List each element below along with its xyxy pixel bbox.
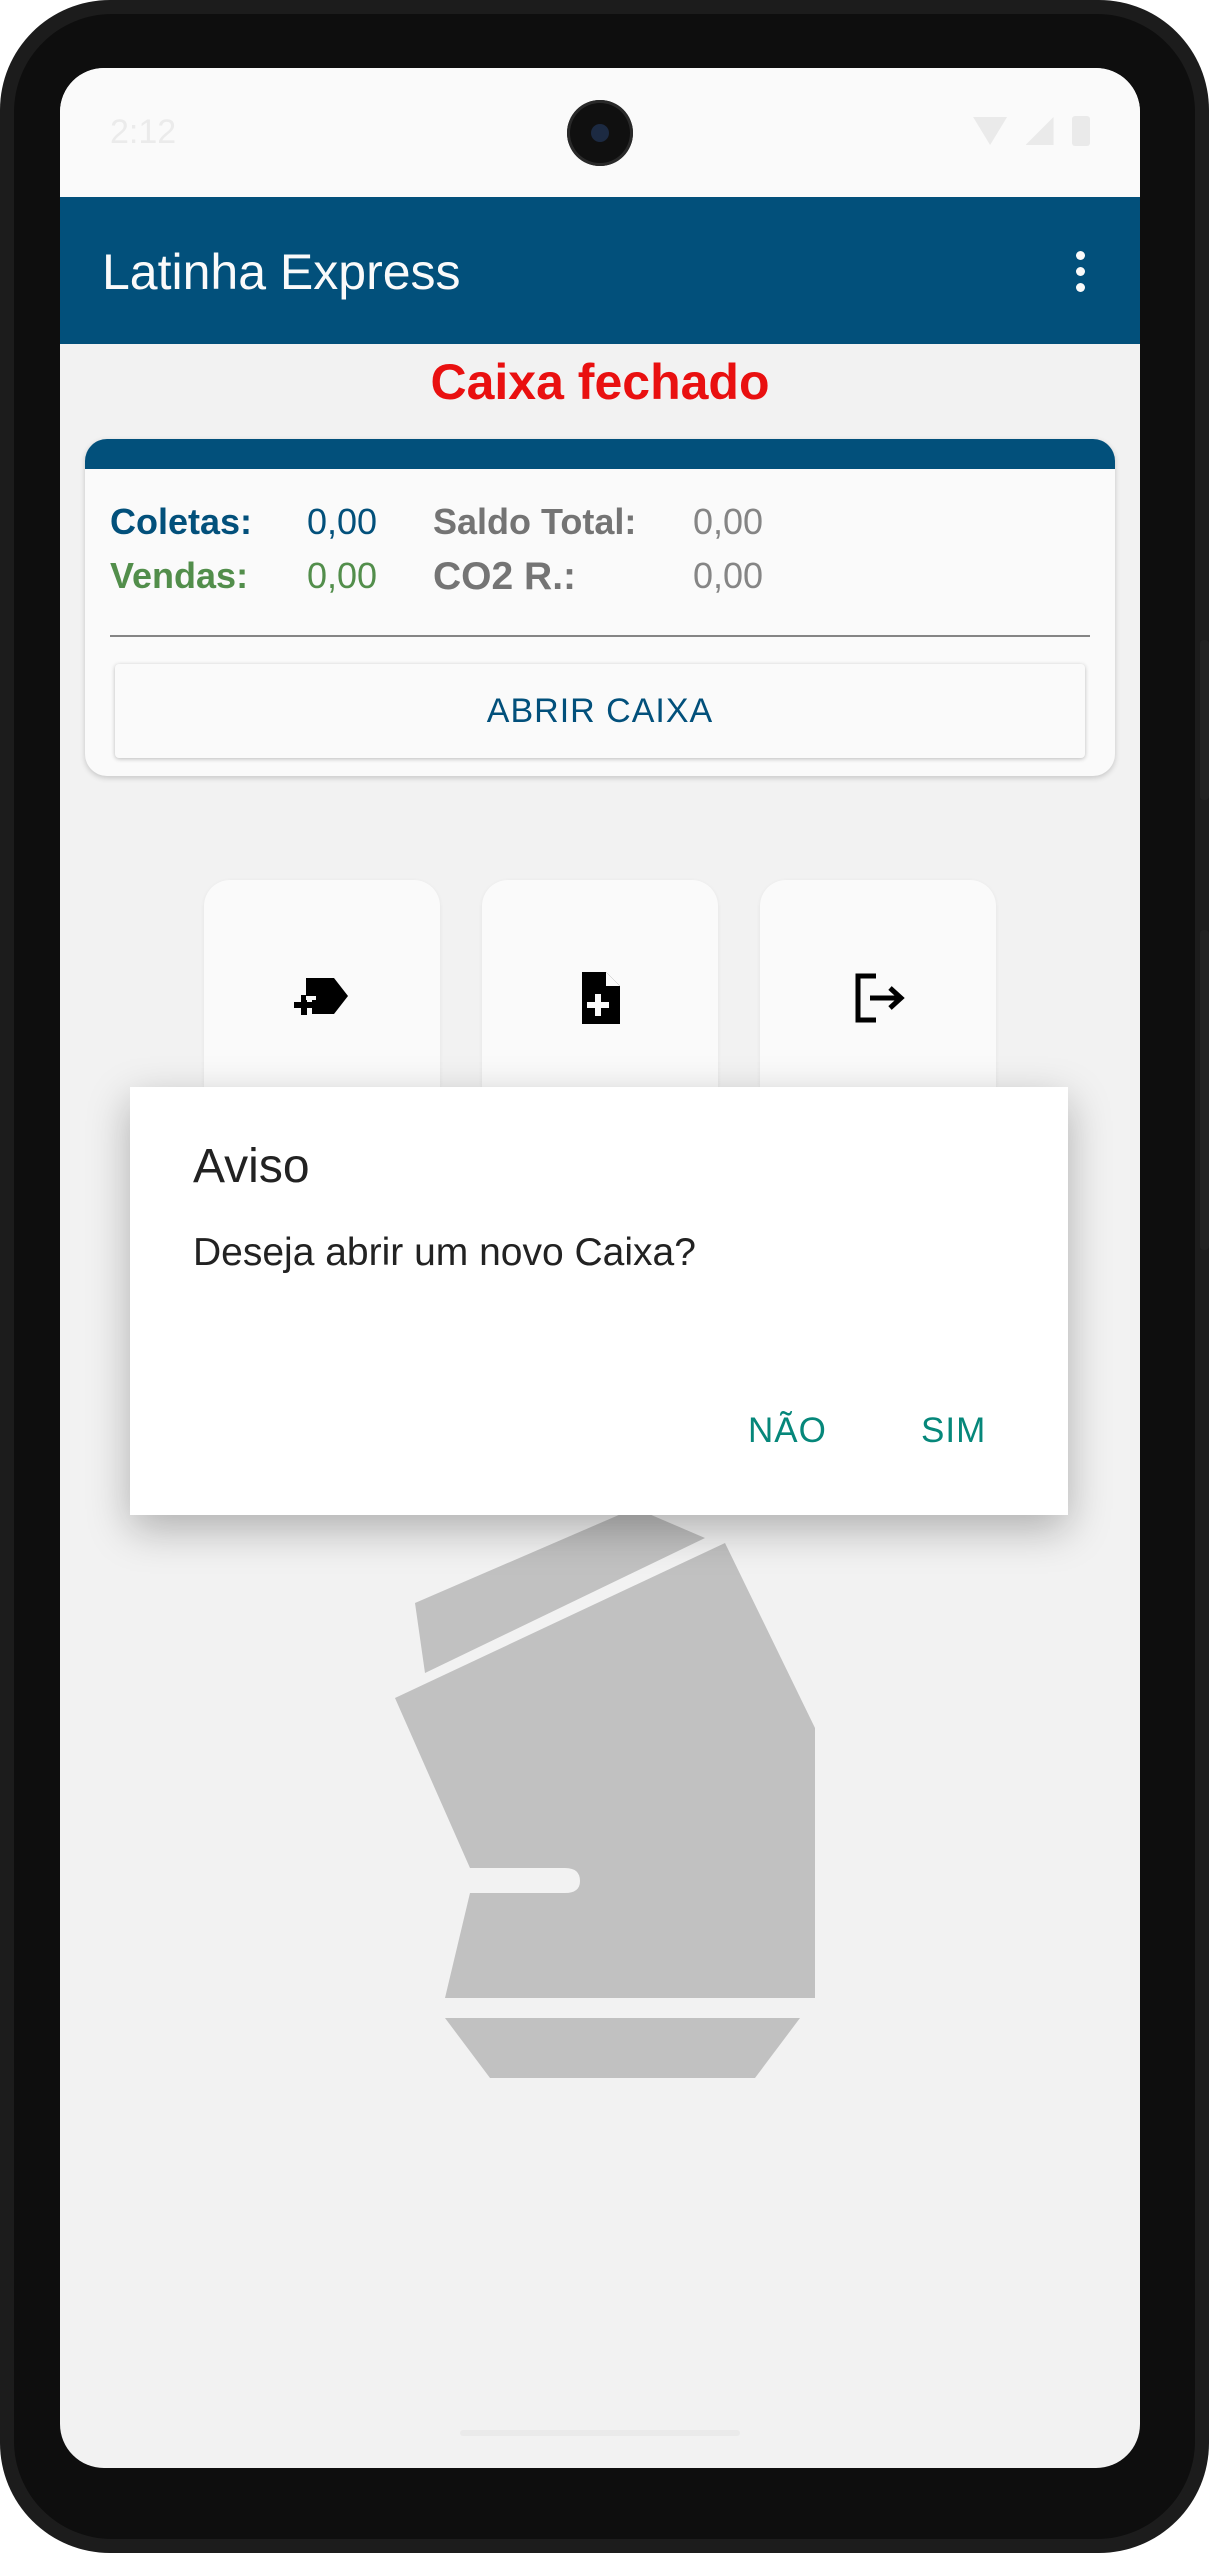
phone-frame: 2:12 Latinha Express Caixa fechado Colet…	[0, 0, 1209, 2553]
confirm-dialog: Aviso Deseja abrir um novo Caixa? NÃO SI…	[130, 1087, 1068, 1515]
dialog-cancel-button[interactable]: NÃO	[748, 1411, 827, 1451]
dialog-title: Aviso	[193, 1140, 310, 1193]
volume-button	[1200, 930, 1209, 1250]
home-indicator[interactable]	[460, 2430, 740, 2436]
dialog-message: Deseja abrir um novo Caixa?	[193, 1231, 696, 1274]
screen: 2:12 Latinha Express Caixa fechado Colet…	[60, 68, 1140, 2468]
dialog-confirm-button[interactable]: SIM	[921, 1411, 986, 1451]
power-button	[1200, 640, 1209, 800]
